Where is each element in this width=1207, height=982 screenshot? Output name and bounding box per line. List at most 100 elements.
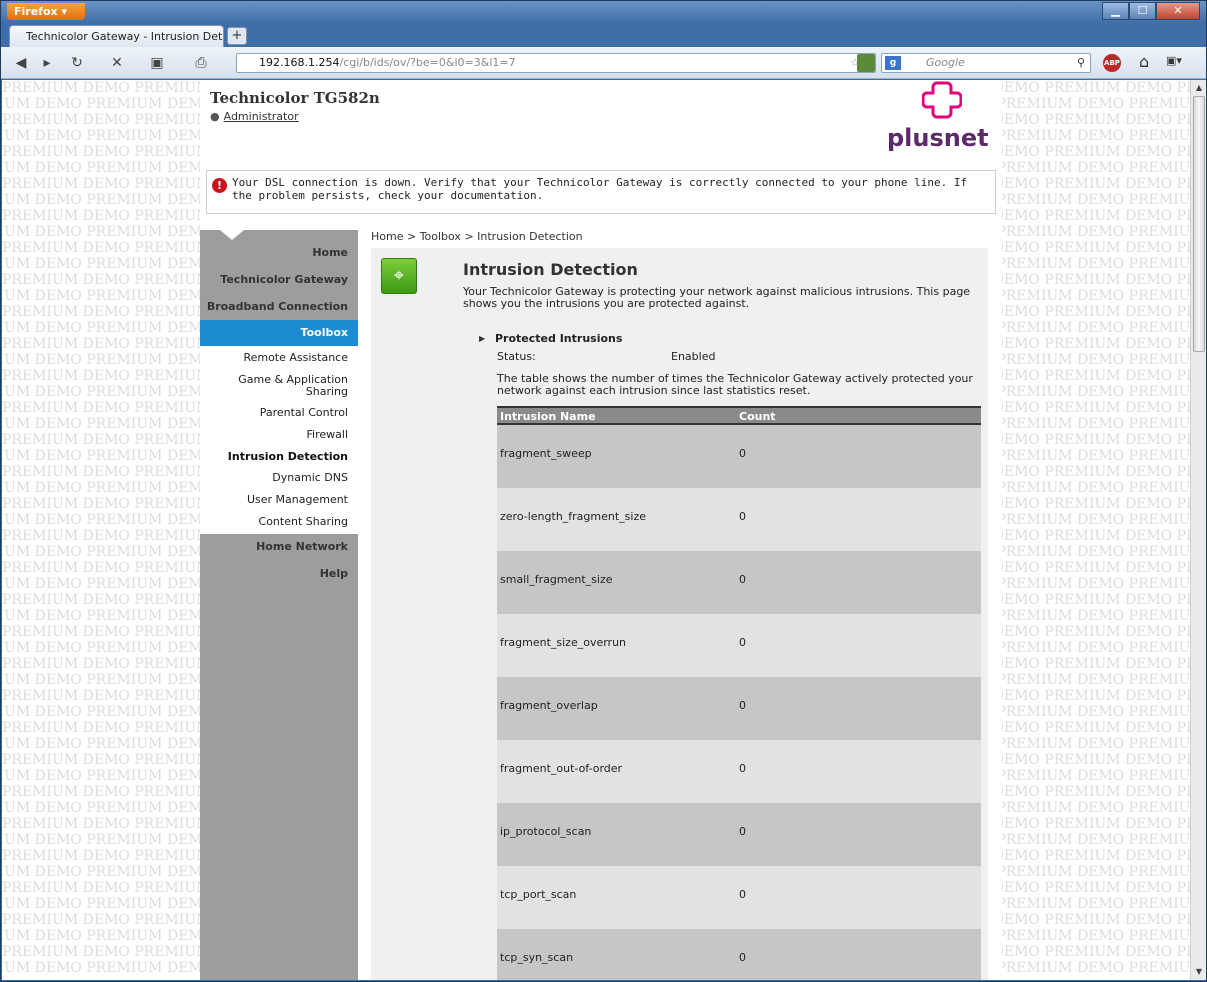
- watermark-line: PREMIUM DEMO PREMIUM DEMO PREMIUM DEMO P…: [1002, 864, 1190, 880]
- watermark-line: PREMIUM DEMO PREMIUM DEMO PREMIUM DEMO P…: [2, 320, 200, 336]
- watermark-line: PREMIUM DEMO PREMIUM DEMO PREMIUM DEMO P…: [1002, 448, 1190, 464]
- nav-help[interactable]: Help: [200, 567, 358, 580]
- sub-user-management[interactable]: User Management: [200, 494, 358, 506]
- watermark-line: PREMIUM DEMO PREMIUM DEMO PREMIUM DEMO P…: [2, 176, 200, 192]
- intrusion-name: ip_protocol_scan: [500, 825, 592, 838]
- sub-dynamic-dns[interactable]: Dynamic DNS: [200, 472, 358, 484]
- watermark-line: PREMIUM DEMO PREMIUM DEMO PREMIUM DEMO P…: [2, 832, 200, 848]
- breadcrumb[interactable]: Home > Toolbox > Intrusion Detection: [371, 230, 583, 243]
- stop-icon[interactable]: ✕: [105, 52, 129, 74]
- dsl-alert: ! Your DSL connection is down. Verify th…: [206, 170, 996, 214]
- watermark-line: PREMIUM DEMO PREMIUM DEMO PREMIUM DEMO P…: [1002, 304, 1190, 320]
- bookmarks-icon[interactable]: ▣: [145, 52, 169, 74]
- admin-link[interactable]: ● Administrator: [210, 110, 299, 123]
- intrusion-name: tcp_syn_scan: [500, 951, 574, 964]
- watermark-line: PREMIUM DEMO PREMIUM DEMO PREMIUM DEMO P…: [1002, 256, 1190, 272]
- watermark-line: PREMIUM DEMO PREMIUM DEMO PREMIUM DEMO P…: [2, 928, 200, 944]
- watermark-line: PREMIUM DEMO PREMIUM DEMO PREMIUM DEMO P…: [1002, 928, 1190, 944]
- watermark-line: PREMIUM DEMO PREMIUM DEMO PREMIUM DEMO P…: [1002, 144, 1190, 160]
- watermark-line: PREMIUM DEMO PREMIUM DEMO PREMIUM DEMO P…: [1002, 480, 1190, 496]
- watermark-line: PREMIUM DEMO PREMIUM DEMO PREMIUM DEMO P…: [2, 688, 200, 704]
- intrusion-name: fragment_sweep: [500, 447, 592, 460]
- nav-broadband-connection[interactable]: Broadband Connection: [200, 300, 358, 313]
- watermark-line: PREMIUM DEMO PREMIUM DEMO PREMIUM DEMO P…: [1002, 496, 1190, 512]
- watermark-line: PREMIUM DEMO PREMIUM DEMO PREMIUM DEMO P…: [2, 160, 200, 176]
- expand-arrow-icon[interactable]: ▶: [479, 334, 485, 343]
- forward-arrow-icon[interactable]: ▸: [35, 52, 59, 74]
- feed-icon[interactable]: [857, 54, 875, 72]
- watermark-line: PREMIUM DEMO PREMIUM DEMO PREMIUM DEMO P…: [2, 128, 200, 144]
- intrusion-count: 0: [739, 510, 746, 523]
- watermark-line: PREMIUM DEMO PREMIUM DEMO PREMIUM DEMO P…: [1002, 272, 1190, 288]
- watermark-line: PREMIUM DEMO PREMIUM DEMO PREMIUM DEMO P…: [1002, 704, 1190, 720]
- nav-home-network[interactable]: Home Network: [200, 540, 358, 553]
- watermark-line: PREMIUM DEMO PREMIUM DEMO PREMIUM DEMO P…: [1002, 432, 1190, 448]
- adblock-icon[interactable]: ABP: [1103, 54, 1121, 72]
- title-bar: Firefox ▾ ▁ ☐ ✕: [1, 1, 1206, 23]
- table-row: fragment_size_overrun 0: [497, 614, 981, 677]
- close-button[interactable]: ✕: [1156, 2, 1200, 20]
- watermark-line: PREMIUM DEMO PREMIUM DEMO PREMIUM DEMO P…: [2, 560, 200, 576]
- watermark-line: PREMIUM DEMO PREMIUM DEMO PREMIUM DEMO P…: [2, 800, 200, 816]
- section-title[interactable]: Protected Intrusions: [495, 332, 622, 345]
- url-path: /cgi/b/ids/ov/?be=0&l0=3&l1=7: [339, 56, 516, 69]
- watermark-line: PREMIUM DEMO PREMIUM DEMO PREMIUM DEMO P…: [1002, 944, 1190, 960]
- watermark-line: PREMIUM DEMO PREMIUM DEMO PREMIUM DEMO P…: [2, 592, 200, 608]
- watermark-line: PREMIUM DEMO PREMIUM DEMO PREMIUM DEMO P…: [1002, 112, 1190, 128]
- sub-game-application-sharing[interactable]: Game & Application Sharing: [200, 374, 358, 398]
- google-icon[interactable]: g: [885, 56, 901, 70]
- sub-content-sharing[interactable]: Content Sharing: [200, 516, 358, 528]
- header-count: Count: [739, 410, 776, 423]
- page-description: Your Technicolor Gateway is protecting y…: [463, 285, 971, 310]
- watermark-line: PREMIUM DEMO PREMIUM DEMO PREMIUM DEMO P…: [2, 256, 200, 272]
- watermark-line: PREMIUM DEMO PREMIUM DEMO PREMIUM DEMO P…: [2, 544, 200, 560]
- maximize-button[interactable]: ☐: [1129, 2, 1156, 20]
- scroll-down-arrow-icon[interactable]: ▼: [1191, 964, 1207, 980]
- watermark-line: PREMIUM DEMO PREMIUM DEMO PREMIUM DEMO P…: [1002, 96, 1190, 112]
- watermark-line: PREMIUM DEMO PREMIUM DEMO PREMIUM DEMO P…: [2, 528, 200, 544]
- nav-home[interactable]: Home: [200, 246, 358, 259]
- url-bar[interactable]: 192.168.1.254/cgi/b/ids/ov/?be=0&l0=3&l1…: [236, 53, 876, 73]
- watermark-line: PREMIUM DEMO PREMIUM DEMO PREMIUM DEMO P…: [2, 448, 200, 464]
- print-icon[interactable]: ⎙: [189, 52, 213, 74]
- new-tab-button[interactable]: +: [227, 27, 247, 45]
- nav-technicolor-gateway[interactable]: Technicolor Gateway: [200, 273, 358, 286]
- watermark-line: PREMIUM DEMO PREMIUM DEMO PREMIUM DEMO P…: [2, 384, 200, 400]
- home-icon[interactable]: ⌂: [1139, 52, 1149, 71]
- vertical-scrollbar[interactable]: ▲ ▼: [1190, 80, 1206, 980]
- nav-toolbox[interactable]: Toolbox: [200, 320, 358, 346]
- search-icon[interactable]: ⚲: [1077, 54, 1085, 72]
- watermark-line: PREMIUM DEMO PREMIUM DEMO PREMIUM DEMO P…: [2, 640, 200, 656]
- watermark-line: PREMIUM DEMO PREMIUM DEMO PREMIUM DEMO P…: [2, 432, 200, 448]
- sub-intrusion-detection[interactable]: Intrusion Detection: [200, 451, 358, 463]
- page-title: Intrusion Detection: [463, 260, 638, 279]
- minimize-button[interactable]: ▁: [1102, 2, 1129, 20]
- watermark-line: PREMIUM DEMO PREMIUM DEMO PREMIUM DEMO P…: [1002, 800, 1190, 816]
- intrusion-count: 0: [739, 825, 746, 838]
- watermark-line: PREMIUM DEMO PREMIUM DEMO PREMIUM DEMO P…: [2, 960, 200, 976]
- page-viewport: PREMIUM DEMO PREMIUM DEMO PREMIUM DEMO P…: [2, 80, 1190, 980]
- scroll-up-arrow-icon[interactable]: ▲: [1191, 80, 1207, 96]
- back-arrow-icon[interactable]: ◀: [9, 52, 33, 74]
- reload-icon[interactable]: ↻: [65, 52, 89, 74]
- watermark-line: PREMIUM DEMO PREMIUM DEMO PREMIUM DEMO P…: [2, 736, 200, 752]
- sub-remote-assistance[interactable]: Remote Assistance: [200, 352, 358, 364]
- tab-active[interactable]: Technicolor Gateway - Intrusion Dete...: [9, 25, 224, 47]
- search-bar[interactable]: g Google ⚲: [881, 53, 1091, 73]
- watermark-line: PREMIUM DEMO PREMIUM DEMO PREMIUM DEMO P…: [2, 576, 200, 592]
- firefox-menu-button[interactable]: Firefox ▾: [7, 3, 85, 20]
- watermark-line: PREMIUM DEMO PREMIUM DEMO PREMIUM DEMO P…: [2, 608, 200, 624]
- toolbar-menu-icon[interactable]: ▣▾: [1166, 54, 1196, 72]
- alert-message: Your DSL connection is down. Verify that…: [232, 176, 968, 202]
- watermark-line: PREMIUM DEMO PREMIUM DEMO PREMIUM DEMO P…: [2, 848, 200, 864]
- watermark-line: PREMIUM DEMO PREMIUM DEMO PREMIUM DEMO P…: [1002, 640, 1190, 656]
- watermark-line: PREMIUM DEMO PREMIUM DEMO PREMIUM DEMO P…: [2, 464, 200, 480]
- intrusion-name: fragment_overlap: [500, 699, 598, 712]
- window-controls: ▁ ☐ ✕: [1102, 2, 1200, 20]
- sub-firewall[interactable]: Firewall: [200, 429, 358, 441]
- watermark-line: PREMIUM DEMO PREMIUM DEMO PREMIUM DEMO P…: [2, 784, 200, 800]
- sub-parental-control[interactable]: Parental Control: [200, 407, 358, 419]
- intrusion-table: Intrusion Name Count fragment_sweep 0 zer…: [497, 406, 981, 980]
- scrollbar-thumb[interactable]: [1193, 96, 1205, 352]
- watermark-line: PREMIUM DEMO PREMIUM DEMO PREMIUM DEMO P…: [1002, 608, 1190, 624]
